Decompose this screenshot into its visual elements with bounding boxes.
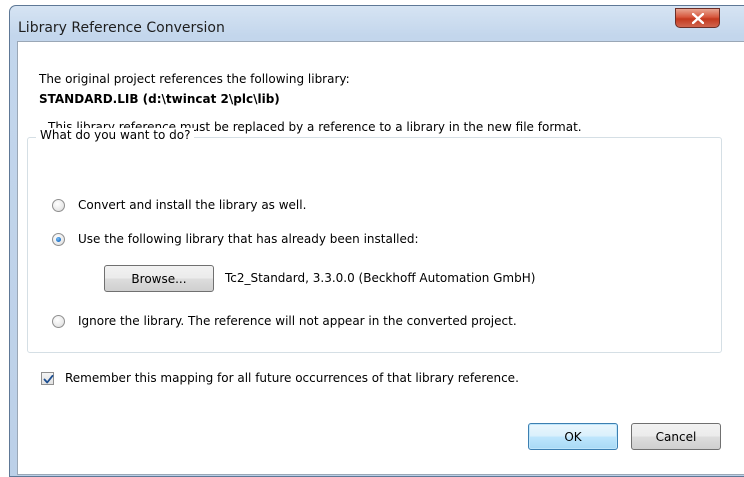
checkmark-icon [43, 374, 54, 384]
radio-selected-dot [56, 237, 61, 242]
ok-button[interactable]: OK [528, 423, 618, 450]
group-title: What do you want to do? [36, 128, 195, 142]
option-ignore-label[interactable]: Ignore the library. The reference will n… [78, 314, 517, 328]
cancel-button[interactable]: Cancel [631, 423, 721, 450]
option-convert-label[interactable]: Convert and install the library as well. [78, 198, 306, 212]
radio-ignore[interactable] [52, 315, 65, 328]
window-title: Library Reference Conversion [18, 20, 225, 36]
remember-label[interactable]: Remember this mapping for all future occ… [65, 371, 519, 385]
close-button[interactable] [675, 8, 720, 28]
option-use-installed-label[interactable]: Use the following library that has alrea… [78, 232, 419, 246]
intro-text: The original project references the foll… [39, 72, 350, 86]
close-icon [692, 13, 704, 24]
radio-convert-install[interactable] [52, 199, 65, 212]
library-name: STANDARD.LIB (d:\twincat 2\plc\lib) [39, 92, 280, 106]
radio-use-installed[interactable] [52, 233, 65, 246]
title-bar[interactable]: Library Reference Conversion [10, 6, 744, 40]
remember-checkbox[interactable] [41, 372, 54, 385]
browse-button[interactable]: Browse... [104, 265, 214, 292]
selected-library: Tc2_Standard, 3.3.0.0 (Beckhoff Automati… [225, 271, 536, 285]
